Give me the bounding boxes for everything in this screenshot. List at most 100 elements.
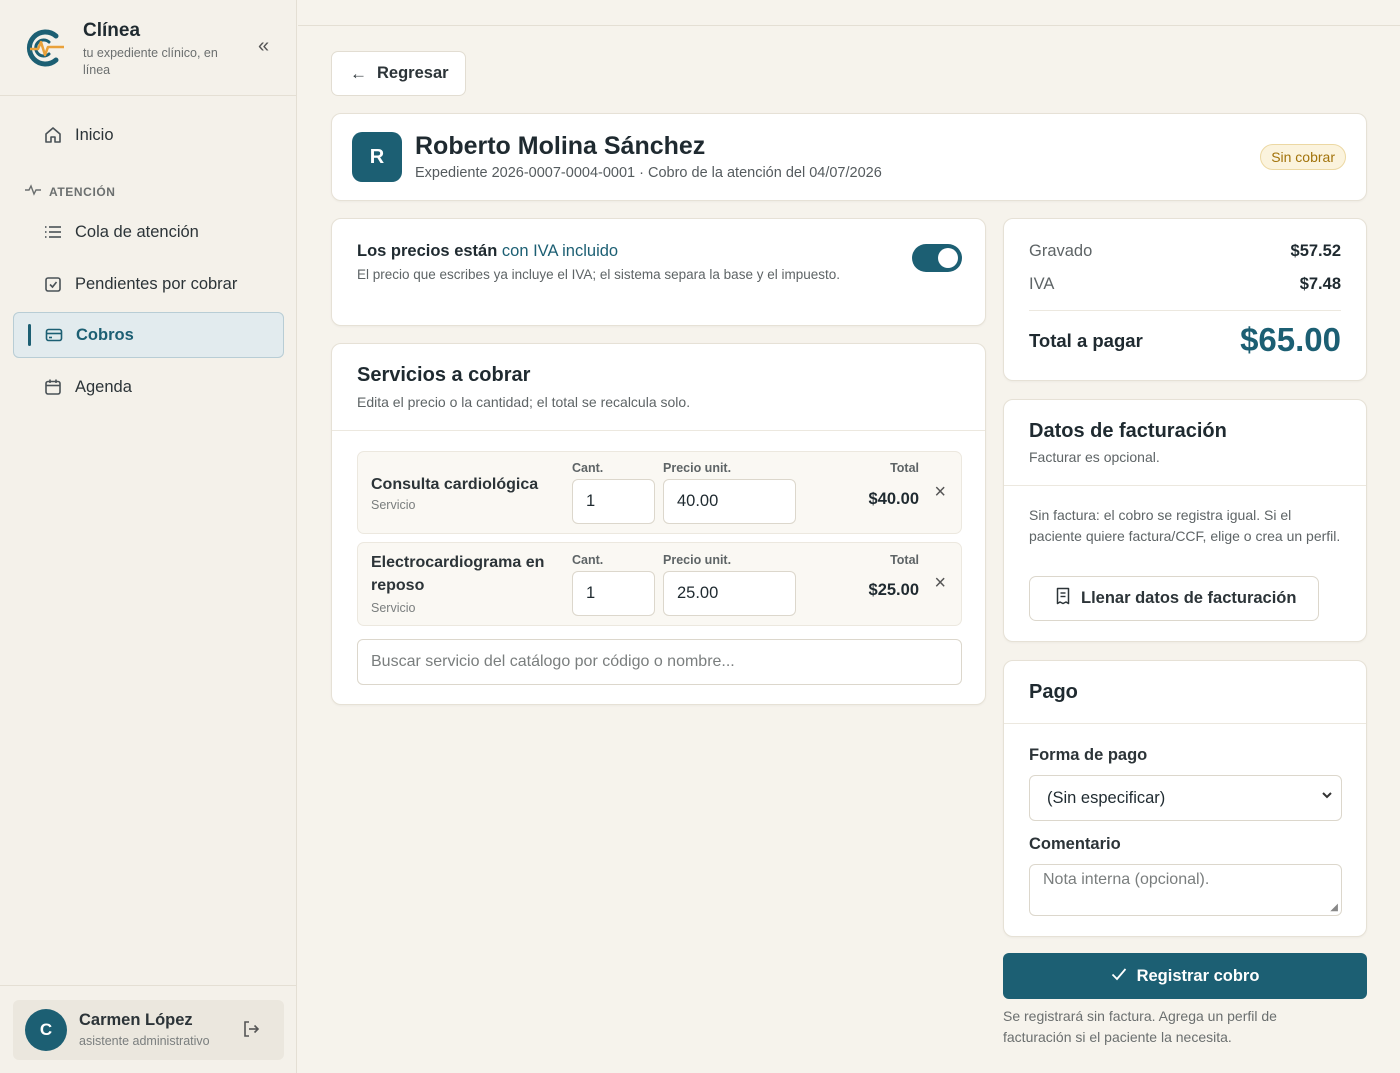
credit-card-icon — [44, 325, 64, 345]
check-square-icon — [43, 274, 63, 294]
sidebar: Clínea tu expediente clínico, en línea «… — [0, 0, 297, 1073]
sidebar-item-cobros[interactable]: Cobros — [13, 312, 284, 358]
sidebar-item-label: Cola de atención — [75, 222, 199, 241]
totals-card: Gravado $57.52 IVA $7.48 Total a pagar $… — [1003, 218, 1367, 381]
divider — [1004, 723, 1366, 724]
check-icon — [1111, 967, 1127, 986]
divider — [1029, 310, 1341, 311]
service-row: Consulta cardiológica Servicio Cant. Pre… — [357, 451, 962, 534]
brand-name: Clínea — [83, 20, 141, 41]
iva-card: Los precios están con IVA incluido El pr… — [331, 218, 986, 326]
comment-placeholder: Nota interna (opcional). — [1043, 871, 1210, 888]
iva-title-prefix: Los precios están — [357, 242, 498, 260]
iva-row: IVA $7.48 — [1029, 275, 1341, 294]
comment-label: Comentario — [1029, 835, 1121, 853]
gravado-label: Gravado — [1029, 242, 1093, 260]
service-name: Electrocardiograma en reposo — [371, 554, 545, 594]
comment-textarea[interactable]: Nota interna (opcional). ◢ — [1029, 864, 1342, 916]
patient-header-card: R Roberto Molina Sánchez Expediente 2026… — [331, 113, 1367, 201]
status-badge: Sin cobrar — [1260, 144, 1346, 170]
price-input[interactable]: 25.00 — [663, 571, 796, 616]
gravado-row: Gravado $57.52 — [1029, 242, 1341, 261]
receipt-icon — [1055, 587, 1071, 610]
billing-card: Datos de facturación Facturar es opciona… — [1003, 399, 1367, 642]
payment-title: Pago — [1029, 681, 1078, 703]
user-card: C Carmen López asistente administrativo — [13, 1000, 284, 1060]
qty-label: Cant. — [572, 461, 604, 475]
total-value: $65.00 — [1240, 321, 1341, 358]
total-label: Total a pagar — [1029, 330, 1143, 351]
iva-label: IVA — [1029, 275, 1055, 293]
fill-billing-button[interactable]: Llenar datos de facturación — [1029, 576, 1319, 621]
row-total: $25.00 — [868, 581, 919, 599]
iva-toggle[interactable] — [912, 244, 962, 272]
clinea-logo-icon — [26, 29, 64, 67]
pulse-icon — [25, 184, 41, 199]
sidebar-item-pendientes[interactable]: Pendientes por cobrar — [13, 261, 284, 307]
sidebar-item-label: Agenda — [75, 377, 132, 396]
footer-note: Se registrará sin factura. Agrega un per… — [1003, 1008, 1277, 1045]
section-label-atencion: ATENCIÓN — [25, 184, 116, 199]
service-row: Electrocardiograma en reposo Servicio Ca… — [357, 542, 962, 626]
service-kind: Servicio — [371, 498, 416, 512]
remove-row-close-icon[interactable]: × — [934, 572, 946, 595]
service-kind: Servicio — [371, 601, 416, 615]
back-button[interactable]: ← Regresar — [331, 51, 466, 96]
calendar-icon — [43, 377, 63, 397]
avatar: C — [25, 1009, 67, 1051]
patient-subtitle: Expediente 2026-0007-0004-0001 · Cobro d… — [415, 165, 882, 181]
arrow-left-icon: ← — [350, 63, 367, 83]
payment-method-value: (Sin especificar) — [1047, 788, 1166, 807]
sidebar-item-inicio[interactable]: Inicio — [13, 112, 284, 158]
qty-label: Cant. — [572, 553, 604, 567]
patient-name: Roberto Molina Sánchez — [415, 132, 706, 160]
divider — [332, 430, 985, 431]
logout-icon[interactable] — [241, 1019, 263, 1041]
price-label: Precio unit. — [663, 461, 732, 475]
chevron-down-icon — [1321, 789, 1333, 804]
user-name: Carmen López — [79, 1011, 193, 1029]
price-input[interactable]: 40.00 — [663, 479, 796, 524]
price-label: Precio unit. — [663, 553, 732, 567]
qty-input[interactable]: 1 — [572, 571, 655, 616]
payment-method-label: Forma de pago — [1029, 746, 1148, 764]
back-button-label: Regresar — [377, 64, 449, 82]
payment-card: Pago Forma de pago (Sin especificar) Com… — [1003, 660, 1367, 937]
section-label-text: ATENCIÓN — [49, 184, 116, 199]
services-title: Servicios a cobrar — [357, 364, 531, 386]
top-bar — [298, 0, 1400, 26]
iva-value: $7.48 — [1299, 275, 1341, 293]
patient-avatar: R — [352, 132, 402, 182]
payment-method-select[interactable]: (Sin especificar) — [1029, 775, 1342, 821]
fill-billing-button-label: Llenar datos de facturación — [1081, 589, 1297, 607]
service-search-input[interactable]: Buscar servicio del catálogo por código … — [357, 639, 962, 685]
collapse-sidebar-icon[interactable]: « — [258, 36, 278, 56]
sidebar-item-label: Cobros — [76, 325, 134, 344]
service-name: Consulta cardiológica — [371, 476, 539, 493]
sidebar-divider — [0, 985, 297, 986]
remove-row-close-icon[interactable]: × — [934, 481, 946, 504]
sidebar-item-agenda[interactable]: Agenda — [13, 364, 284, 410]
qty-input[interactable]: 1 — [572, 479, 655, 524]
iva-title-highlight: con IVA incluido — [501, 242, 619, 260]
sidebar-item-label: Pendientes por cobrar — [75, 274, 238, 293]
brand-header: Clínea tu expediente clínico, en línea « — [0, 0, 296, 96]
services-card: Servicios a cobrar Edita el precio o la … — [331, 343, 986, 705]
register-payment-button[interactable]: Registrar cobro — [1003, 953, 1367, 999]
gravado-value: $57.52 — [1290, 242, 1341, 260]
iva-description: El precio que escribes ya incluye el IVA… — [357, 267, 840, 282]
billing-description: Sin factura: el cobro se registra igual.… — [1029, 507, 1341, 544]
brand-tagline: tu expediente clínico, en línea — [83, 46, 218, 77]
home-icon — [43, 125, 63, 145]
services-subtitle: Edita el precio o la cantidad; el total … — [357, 394, 691, 410]
sidebar-item-label: Inicio — [75, 125, 114, 144]
billing-title: Datos de facturación — [1029, 420, 1227, 442]
total-label: Total — [890, 461, 919, 475]
sidebar-item-cola[interactable]: Cola de atención — [13, 209, 284, 255]
total-label: Total — [890, 553, 919, 567]
divider — [1004, 485, 1366, 486]
user-role: asistente administrativo — [79, 1034, 210, 1048]
list-icon — [43, 222, 63, 242]
iva-title: Los precios están con IVA incluido — [357, 242, 618, 261]
resize-grip-icon[interactable]: ◢ — [1330, 902, 1338, 913]
